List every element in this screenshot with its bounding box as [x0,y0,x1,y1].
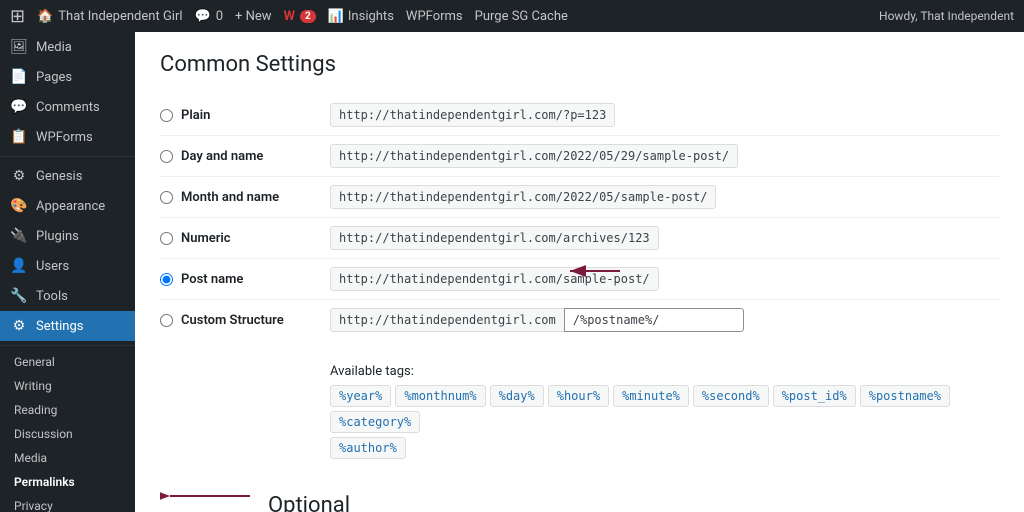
day-name-url: http://thatindependentgirl.com/2022/05/2… [330,144,738,168]
numeric-radio[interactable] [160,232,173,245]
sidebar-sub-general[interactable]: General [0,350,135,374]
pages-icon: 📄 [10,69,28,85]
sidebar-item-media[interactable]: 🖼 Media [0,32,135,62]
day-name-radio[interactable] [160,150,173,163]
tag-day[interactable]: %day% [490,385,544,407]
permalink-row-month-name: Month and name http://thatindependentgir… [160,177,999,218]
sidebar-item-genesis[interactable]: ⚙ Genesis [0,161,135,191]
tag-monthnum[interactable]: %monthnum% [395,385,485,407]
sidebar-item-pages[interactable]: 📄 Pages [0,62,135,92]
sidebar-sub-divider [0,345,135,346]
custom-label[interactable]: Custom Structure [181,313,284,328]
month-name-label[interactable]: Month and name [181,190,279,205]
sidebar-item-tools[interactable]: 🔧 Tools [0,281,135,311]
permalink-row-post-name: Post name http://thatindependentgirl.com… [160,259,999,300]
day-name-label[interactable]: Day and name [181,149,263,164]
custom-url-base: http://thatindependentgirl.com [330,308,564,332]
wp-logo-icon: ⊞ [10,6,25,27]
users-icon: 👤 [10,258,28,274]
tag-hour[interactable]: %hour% [548,385,609,407]
arrow-to-url [550,251,630,291]
purge-cache-button[interactable]: Purge SG Cache [475,9,568,24]
wpforms-menu-link[interactable]: WPForms [406,9,463,24]
main-content: Common Settings Plain http://thatindepen… [135,32,1024,512]
page-title: Common Settings [160,52,999,77]
tag-year[interactable]: %year% [330,385,391,407]
custom-radio-wrap[interactable]: Custom Structure [160,313,330,328]
sidebar-sub-media[interactable]: Media [0,446,135,470]
sidebar-sub-reading[interactable]: Reading [0,398,135,422]
sidebar-divider [0,156,135,157]
permalink-row-custom: Custom Structure http://thatindependentg… [160,300,999,340]
tag-minute[interactable]: %minute% [613,385,689,407]
month-name-radio-wrap[interactable]: Month and name [160,190,330,205]
numeric-url: http://thatindependentgirl.com/archives/… [330,226,659,250]
site-name[interactable]: 🏠 That Independent Girl [37,9,182,24]
tag-post-id[interactable]: %post_id% [773,385,856,407]
plugins-icon: 🔌 [10,228,28,244]
optional-title: Optional [268,493,350,512]
post-name-radio[interactable] [160,273,173,286]
insights-link[interactable]: 📊 Insights [328,9,394,24]
available-tags-label: Available tags: [330,364,999,379]
sidebar-item-plugins[interactable]: 🔌 Plugins [0,221,135,251]
permalink-row-day-name: Day and name http://thatindependentgirl.… [160,136,999,177]
arrow-to-permalinks [160,481,260,511]
available-tags-section: Available tags: %year% %monthnum% %day% … [330,364,999,459]
tag-category[interactable]: %category% [330,411,420,433]
tag-author[interactable]: %author% [330,437,406,459]
new-button[interactable]: + New [235,9,272,24]
wpforms-icon: 📋 [10,129,28,145]
plain-label[interactable]: Plain [181,108,210,123]
sidebar-sub-discussion[interactable]: Discussion [0,422,135,446]
custom-structure-input[interactable] [564,308,744,332]
custom-radio[interactable] [160,314,173,327]
howdy-text: Howdy, That Independent [879,9,1014,23]
numeric-radio-wrap[interactable]: Numeric [160,231,330,246]
numeric-label[interactable]: Numeric [181,231,231,246]
post-name-radio-wrap[interactable]: Post name [160,272,330,287]
sidebar-sub-privacy[interactable]: Privacy [0,494,135,512]
genesis-icon: ⚙ [10,168,28,184]
tags-row: %year% %monthnum% %day% %hour% %minute% … [330,385,999,433]
sidebar-sub-writing[interactable]: Writing [0,374,135,398]
tools-icon: 🔧 [10,288,28,304]
month-name-radio[interactable] [160,191,173,204]
sidebar-item-wpforms[interactable]: 📋 WPForms [0,122,135,152]
month-name-url: http://thatindependentgirl.com/2022/05/s… [330,185,716,209]
appearance-icon: 🎨 [10,198,28,214]
sidebar-item-users[interactable]: 👤 Users [0,251,135,281]
permalink-options: Plain http://thatindependentgirl.com/?p=… [160,95,999,340]
sidebar-item-settings[interactable]: ⚙ Settings [0,311,135,341]
plain-radio-wrap[interactable]: Plain [160,108,330,123]
sidebar-sub-permalinks[interactable]: Permalinks [0,470,135,494]
tag-postname[interactable]: %postname% [860,385,950,407]
sidebar-item-appearance[interactable]: 🎨 Appearance [0,191,135,221]
plain-url: http://thatindependentgirl.com/?p=123 [330,103,615,127]
post-name-label[interactable]: Post name [181,272,243,287]
plain-radio[interactable] [160,109,173,122]
day-name-radio-wrap[interactable]: Day and name [160,149,330,164]
sidebar: 🖼 Media 📄 Pages 💬 Comments 📋 WPForms ⚙ G… [0,32,135,512]
settings-icon: ⚙ [10,318,28,334]
comments-link[interactable]: 💬 0 [195,9,224,24]
sidebar-item-comments[interactable]: 💬 Comments [0,92,135,122]
admin-bar: ⊞ 🏠 That Independent Girl 💬 0 + New W 2 … [0,0,1024,32]
comments-icon: 💬 [10,99,28,115]
permalink-row-plain: Plain http://thatindependentgirl.com/?p=… [160,95,999,136]
tag-second[interactable]: %second% [693,385,769,407]
wpforms-bar-item[interactable]: W 2 [284,9,316,24]
media-icon: 🖼 [10,39,28,55]
